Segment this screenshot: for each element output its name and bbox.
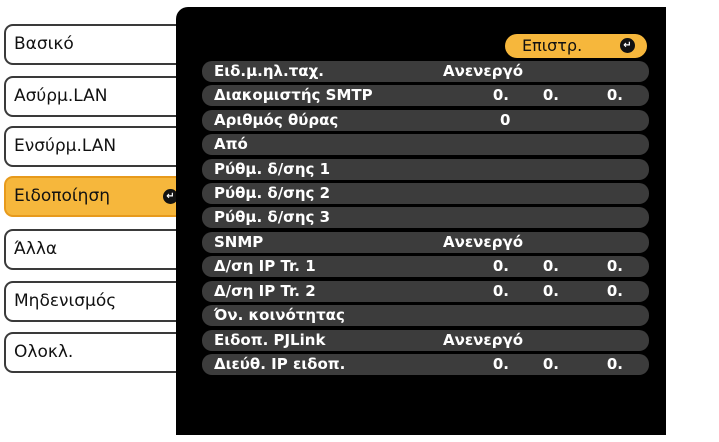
sidebar-item-label: Ειδοποίηση [14, 186, 111, 206]
ip-octet-4: 0 [668, 257, 679, 275]
ip-octet-3: 0. [606, 86, 623, 104]
row-notification-ip[interactable]: Διεύθ. IP ειδοπ. 0. 0. 0. 0 [202, 354, 679, 375]
ip-octet-3: 0. [606, 257, 623, 275]
row-label: Από [214, 135, 248, 153]
sidebar-item-label: Ασύρμ.LAN [14, 86, 108, 106]
row-community-name[interactable]: Όν. κοινότητας [202, 305, 649, 326]
ip-octet-2: 0. [542, 86, 559, 104]
row-trap-ip-2[interactable]: Δ/ση IP Tr. 2 0. 0. 0. 0 [202, 281, 679, 302]
ip-octet-1: 0. [492, 282, 509, 300]
sidebar-item-wireless-lan[interactable]: Ασύρμ.LAN [4, 76, 187, 117]
row-value: Ανενεργό [443, 233, 524, 251]
sidebar: Βασικό Ασύρμ.LAN Ενσύρμ.LAN Ειδοποίηση ↵ … [0, 0, 190, 442]
sidebar-item-notification[interactable]: Ειδοποίηση ↵ [4, 176, 187, 217]
sidebar-item-label: Ενσύρμ.LAN [14, 136, 117, 156]
row-label: Δ/ση IP Tr. 2 [214, 282, 316, 300]
row-label: Αριθμός θύρας [214, 111, 339, 129]
row-value: Ανενεργό [443, 62, 524, 80]
sidebar-item-others[interactable]: Άλλα [4, 229, 187, 270]
row-label: Όν. κοινότητας [214, 306, 345, 324]
sidebar-item-label: Μηδενισμός [14, 291, 117, 311]
sidebar-item-wired-lan[interactable]: Ενσύρμ.LAN [4, 126, 187, 167]
row-from[interactable]: Από [202, 134, 649, 155]
enter-icon: ↵ [620, 38, 635, 53]
row-trap-ip-1[interactable]: Δ/ση IP Tr. 1 0. 0. 0. 0 [202, 256, 679, 277]
row-label: Ρύθμ. δ/σης 3 [214, 208, 331, 226]
ip-octet-1: 0. [492, 86, 509, 104]
row-pjlink-notification[interactable]: Ειδοπ. PJLink Ανενεργό [202, 330, 649, 351]
ip-octet-4: 0 [668, 355, 679, 373]
sidebar-item-label: Βασικό [14, 34, 74, 54]
ip-octet-4: 0 [668, 282, 679, 300]
sidebar-item-basic[interactable]: Βασικό [4, 24, 187, 65]
row-value: 0 [500, 111, 511, 129]
row-label: Διεύθ. IP ειδοπ. [214, 355, 346, 373]
row-address-setting-3[interactable]: Ρύθμ. δ/σης 3 [202, 207, 649, 228]
row-snmp[interactable]: SNMP Ανενεργό [202, 232, 649, 253]
row-address-setting-2[interactable]: Ρύθμ. δ/σης 2 [202, 183, 649, 204]
ip-octet-2: 0. [542, 355, 559, 373]
sidebar-item-label: Ολοκλ. [14, 342, 74, 362]
row-label: Ρύθμ. δ/σης 2 [214, 184, 331, 202]
back-button[interactable]: Επιστρ. ↵ [505, 34, 647, 58]
ip-octet-4: 0 [668, 86, 679, 104]
row-email-notification[interactable]: Ειδ.μ.ηλ.ταχ. Ανενεργό [202, 61, 649, 82]
ip-octet-2: 0. [542, 282, 559, 300]
ip-octet-3: 0. [606, 355, 623, 373]
row-port-number[interactable]: Αριθμός θύρας 0 [202, 110, 649, 131]
row-value: Ανενεργό [443, 331, 524, 349]
row-label: Διακομιστής SMTP [214, 86, 373, 104]
row-address-setting-1[interactable]: Ρύθμ. δ/σης 1 [202, 159, 649, 180]
sidebar-item-complete[interactable]: Ολοκλ. [4, 332, 187, 373]
ip-octet-2: 0. [542, 257, 559, 275]
ip-octet-3: 0. [606, 282, 623, 300]
row-label: Ρύθμ. δ/σης 1 [214, 160, 331, 178]
row-smtp-server[interactable]: Διακομιστής SMTP 0. 0. 0. 0 [202, 85, 679, 106]
sidebar-item-label: Άλλα [14, 239, 58, 259]
row-label: Δ/ση IP Tr. 1 [214, 257, 316, 275]
ip-octet-1: 0. [492, 257, 509, 275]
ip-octet-1: 0. [492, 355, 509, 373]
row-label: SNMP [214, 233, 264, 251]
row-label: Ειδοπ. PJLink [214, 331, 326, 349]
back-button-label: Επιστρ. [522, 36, 583, 55]
row-label: Ειδ.μ.ηλ.ταχ. [214, 62, 324, 80]
sidebar-item-reset[interactable]: Μηδενισμός [4, 281, 187, 322]
